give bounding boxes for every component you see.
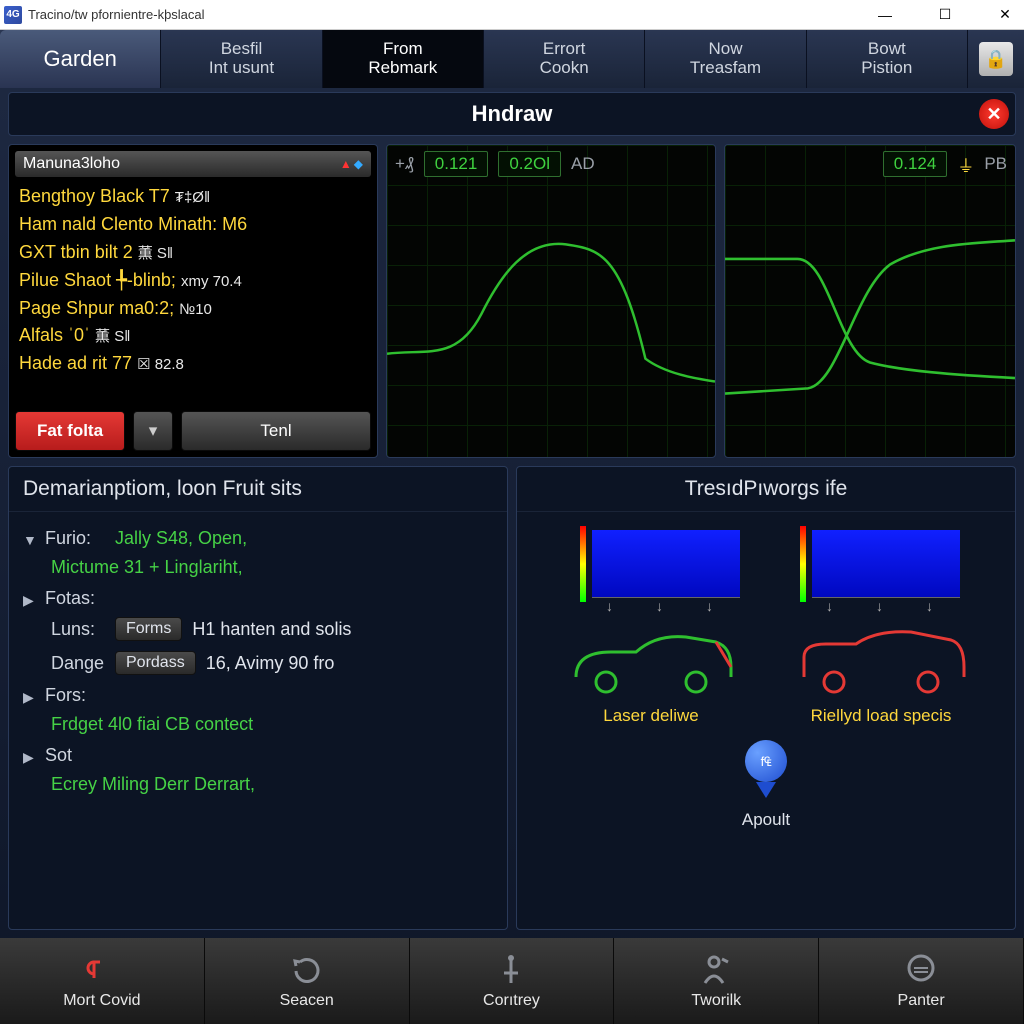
caret-right-icon[interactable]: ▶	[23, 749, 37, 766]
caret-right-icon[interactable]: ▶	[23, 689, 37, 706]
bottom-cortrey[interactable]: Corıtrey	[410, 938, 615, 1024]
bottom-seacen[interactable]: Seacen	[205, 938, 410, 1024]
page-title-bar: Hndraw ✕	[8, 92, 1016, 136]
pin-small-icon	[496, 952, 526, 988]
console-line: Ham nald Clento Minath: M6	[19, 211, 367, 239]
car-left[interactable]: Laser deliwe	[566, 622, 736, 726]
car-right[interactable]: Riellyd load specis	[796, 622, 966, 726]
dropdown-button[interactable]: ▾	[133, 411, 173, 451]
app-icon: 4G	[4, 6, 22, 24]
fat-folta-button[interactable]: Fat folta	[15, 411, 125, 451]
scope-left[interactable]: +₰ 0.121 0.2Ol AD	[386, 144, 716, 458]
bottom-panter[interactable]: Panter	[819, 938, 1024, 1024]
console-line: GXT tbin bilt 2 薫 S‖	[19, 239, 367, 267]
pordass-pill[interactable]: Pordass	[115, 651, 196, 675]
close-window-button[interactable]: ✕	[990, 1, 1020, 29]
tenl-button[interactable]: Tenl	[181, 411, 371, 451]
main-tabs: Garden BesfilInt usunt FromRebmark Error…	[0, 30, 1024, 88]
mini-chart-right: ↓↓↓	[786, 522, 966, 612]
pin-icon[interactable]: f₠	[745, 740, 787, 798]
details-panel: Demarianptiom, loon Fruit sits ▼Furio:Ja…	[8, 466, 508, 930]
scope-right[interactable]: 0.124 ⏚ PB	[724, 144, 1016, 458]
caret-down-icon[interactable]: ▼	[23, 532, 37, 548]
console-header-icon: ▲◆	[340, 157, 363, 171]
titlebar: 4G Tracino/tw pfornientre-kþslacal — ☐ ✕	[0, 0, 1024, 30]
details-title: Demarianptiom, loon Fruit sits	[9, 467, 507, 512]
note-icon	[86, 952, 118, 988]
bottom-bar: Mort Covid Seacen Corıtrey Tworilk Pante…	[0, 938, 1024, 1024]
caret-right-icon[interactable]: ▶	[23, 592, 37, 609]
close-panel-button[interactable]: ✕	[979, 99, 1009, 129]
console-line: Pilue Shaot ╄-blinb; xmy 70.4	[19, 267, 367, 295]
page-title: Hndraw	[472, 101, 553, 127]
tab-4[interactable]: BowtPistion	[807, 30, 968, 88]
console-line: Page Shpur ma0:2; №10	[19, 295, 367, 323]
pin-label: Apoult	[742, 810, 790, 830]
person-icon	[700, 952, 732, 988]
tab-1[interactable]: FromRebmark	[323, 30, 484, 88]
brand-tab[interactable]: Garden	[0, 30, 161, 88]
lock-icon[interactable]: 🔒	[979, 42, 1013, 76]
minimize-button[interactable]: —	[870, 1, 900, 29]
tab-2[interactable]: ErrortCookn	[484, 30, 645, 88]
tres-panel: TresıdPıworgs ife ↓↓↓ ↓↓↓ Laser deli	[516, 466, 1016, 930]
console-line: Alfals ˈ0ˈ 薫 S‖	[19, 322, 367, 350]
tab-0[interactable]: BesfilInt usunt	[161, 30, 322, 88]
console-line: Bengthoy Black T7 ₮‡Ø‖	[19, 183, 367, 211]
tab-3[interactable]: NowTreasfam	[645, 30, 806, 88]
bottom-tworilk[interactable]: Tworilk	[614, 938, 819, 1024]
console-header: Manuna3loho ▲◆	[15, 151, 371, 177]
console-panel: Manuna3loho ▲◆ Bengthoy Black T7 ₮‡Ø‖ Ha…	[8, 144, 378, 458]
window-title: Tracino/tw pfornientre-kþslacal	[28, 7, 870, 22]
mini-chart-left: ↓↓↓	[566, 522, 746, 612]
tres-title: TresıdPıworgs ife	[517, 467, 1015, 512]
chat-icon	[904, 952, 938, 988]
bottom-mort[interactable]: Mort Covid	[0, 938, 205, 1024]
console-line: Hade ad rit 77 ☒ 82.8	[19, 350, 367, 378]
maximize-button[interactable]: ☐	[930, 1, 960, 29]
console-lines: Bengthoy Black T7 ₮‡Ø‖ Ham nald Clento M…	[15, 177, 371, 405]
refresh-icon	[290, 952, 324, 988]
forms-pill[interactable]: Forms	[115, 617, 182, 641]
